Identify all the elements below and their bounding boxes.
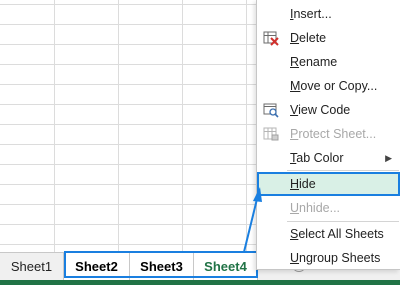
menu-item-tab-color-label: ab Color — [296, 151, 344, 165]
sheet-tab-sheet1[interactable]: Sheet1 — [0, 253, 64, 280]
menu-item-rename-accel: R — [290, 55, 300, 69]
view-code-icon — [263, 103, 279, 118]
menu-item-tab-color[interactable]: Tab Color ▶ — [257, 146, 400, 170]
menu-item-unhide[interactable]: Unhide... — [257, 196, 400, 220]
menu-item-move-copy-accel: M — [290, 79, 301, 93]
menu-item-ungroup-accel: U — [290, 251, 300, 265]
menu-item-protect-sheet[interactable]: Protect Sheet... — [257, 122, 400, 146]
chevron-right-icon: ▶ — [385, 153, 392, 163]
menu-item-hide-accel: H — [290, 177, 300, 191]
menu-separator — [287, 170, 399, 171]
protect-sheet-icon — [263, 127, 279, 141]
menu-item-delete-accel: D — [290, 31, 300, 45]
menu-item-hide-label: ide — [299, 177, 316, 191]
menu-item-select-all-label: elect All Sheets — [298, 227, 384, 241]
menu-item-protect-sheet-label: rotect Sheet... — [298, 127, 377, 141]
menu-item-unhide-label: nhide... — [299, 201, 341, 215]
menu-item-delete[interactable]: Delete — [257, 26, 400, 50]
menu-item-rename[interactable]: Rename — [257, 50, 400, 74]
sheet-tab-sheet4[interactable]: Sheet4 — [194, 253, 258, 280]
menu-item-view-code[interactable]: View Code — [257, 98, 400, 122]
menu-item-move-copy[interactable]: Move or Copy... — [257, 74, 400, 98]
menu-item-view-code-label: iew Code — [298, 103, 351, 117]
menu-item-select-all-sheets[interactable]: Select All Sheets — [257, 222, 400, 246]
menu-item-rename-label: ename — [299, 55, 338, 69]
menu-item-insert[interactable]: Insert... — [257, 2, 400, 26]
menu-item-ungroup-sheets[interactable]: Ungroup Sheets — [257, 246, 400, 270]
menu-item-hide[interactable]: Hide — [257, 172, 400, 196]
menu-item-delete-label: elete — [299, 31, 327, 45]
status-bar-strip — [0, 280, 400, 285]
menu-item-unhide-accel: U — [290, 201, 300, 215]
delete-sheet-icon — [263, 31, 279, 46]
menu-item-ungroup-label: ngroup Sheets — [299, 251, 381, 265]
menu-item-insert-label: nsert... — [293, 7, 332, 21]
sheet-tab-sheet2[interactable]: Sheet2 — [64, 253, 130, 280]
menu-item-move-copy-label: ove or Copy... — [300, 79, 378, 93]
menu-item-view-code-accel: V — [290, 103, 299, 117]
sheet-tab-sheet3[interactable]: Sheet3 — [130, 253, 194, 280]
sheet-context-menu: Insert... Delete Rename Move or Copy... … — [256, 0, 400, 270]
